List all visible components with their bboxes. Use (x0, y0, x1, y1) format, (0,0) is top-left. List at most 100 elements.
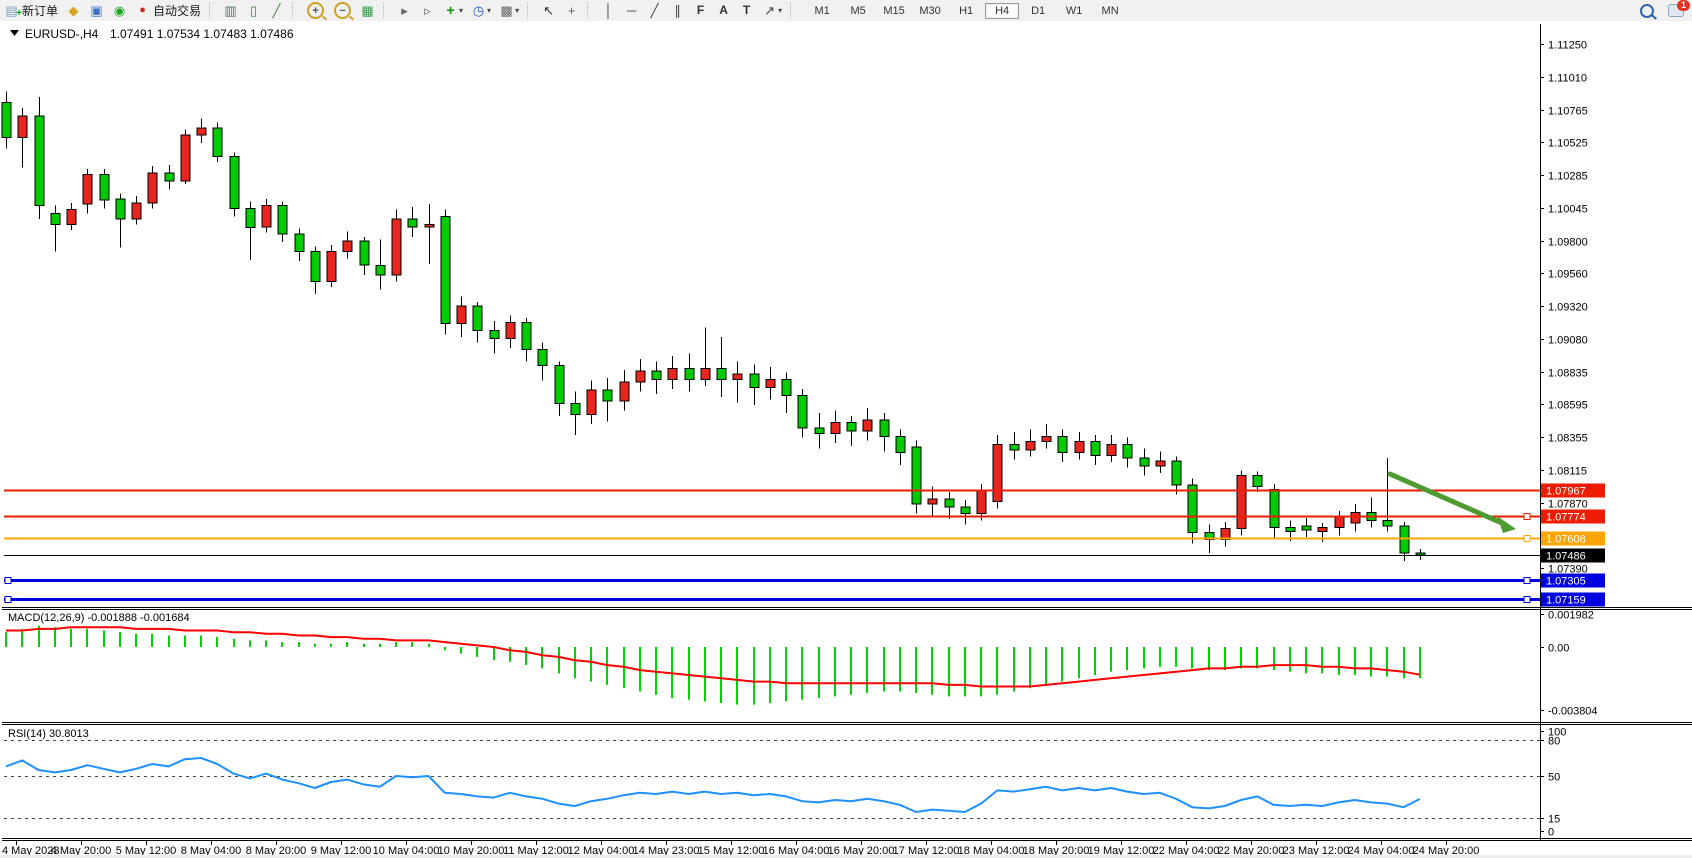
bullish-candle[interactable] (863, 420, 872, 431)
timeframe-button-d1[interactable]: D1 (1021, 3, 1055, 19)
bullish-candle[interactable] (1318, 527, 1327, 531)
templates-button[interactable]: ▩▾ (495, 1, 523, 20)
auto-scroll-button[interactable]: ▸ (393, 1, 416, 20)
bearish-candle[interactable] (847, 423, 856, 431)
bearish-candle[interactable] (490, 330, 499, 338)
bearish-candle[interactable] (51, 214, 60, 225)
bearish-candle[interactable] (1253, 476, 1262, 487)
text-label-button[interactable]: T (735, 1, 758, 20)
bearish-candle[interactable] (295, 234, 304, 252)
chart-shift-button[interactable]: ▹ (416, 1, 439, 20)
search-icon[interactable] (1640, 4, 1654, 18)
tile-windows-button[interactable]: ▦ (356, 1, 379, 20)
bearish-candle[interactable] (538, 349, 547, 365)
timeframe-button-m30[interactable]: M30 (913, 3, 947, 19)
bearish-candle[interactable] (652, 371, 661, 379)
bearish-candle[interactable] (750, 374, 759, 388)
bearish-candle[interactable] (278, 206, 287, 235)
bullish-candle[interactable] (733, 374, 742, 379)
bullish-candle[interactable] (343, 241, 352, 252)
line-anchor-handle[interactable] (1524, 536, 1530, 542)
timeframe-button-m1[interactable]: M1 (805, 3, 839, 19)
timeframe-button-w1[interactable]: W1 (1057, 3, 1091, 19)
horizontal-line-button[interactable]: ─ (620, 1, 643, 20)
timeframe-button-mn[interactable]: MN (1093, 3, 1127, 19)
bearish-candle[interactable] (1286, 527, 1295, 531)
bearish-candle[interactable] (798, 396, 807, 429)
line-anchor-handle[interactable] (1524, 578, 1530, 584)
bearish-candle[interactable] (441, 216, 450, 323)
bullish-candle[interactable] (636, 371, 645, 382)
bearish-candle[interactable] (165, 173, 174, 181)
bearish-candle[interactable] (213, 128, 222, 157)
bearish-candle[interactable] (685, 368, 694, 379)
bearish-candle[interactable] (1416, 553, 1425, 555)
bullish-candle[interactable] (425, 225, 434, 228)
notifications-button[interactable]: 1 (1668, 4, 1684, 17)
bullish-candle[interactable] (620, 382, 629, 401)
bullish-candle[interactable] (18, 116, 27, 138)
bullish-candle[interactable] (766, 379, 775, 387)
bullish-candle[interactable] (1075, 442, 1084, 453)
arrows-button[interactable]: ↗▾ (758, 1, 786, 20)
bearish-candle[interactable] (1270, 489, 1279, 527)
bearish-candle[interactable] (896, 436, 905, 452)
bullish-candle[interactable] (457, 306, 466, 324)
bullish-candle[interactable] (993, 445, 1002, 502)
bullish-candle[interactable] (977, 491, 986, 514)
bullish-candle[interactable] (197, 128, 206, 135)
line-anchor-handle[interactable] (5, 597, 11, 603)
bearish-candle[interactable] (408, 219, 417, 227)
timeframe-button-m15[interactable]: M15 (877, 3, 911, 19)
timeframe-button-h1[interactable]: H1 (949, 3, 983, 19)
trendline-button[interactable]: ╱ (643, 1, 666, 20)
bearish-candle[interactable] (1058, 436, 1067, 452)
line-anchor-handle[interactable] (1524, 514, 1530, 520)
line-anchor-handle[interactable] (5, 578, 11, 584)
bullish-candle[interactable] (1107, 445, 1116, 456)
bearish-candle[interactable] (311, 252, 320, 282)
bearish-candle[interactable] (1091, 442, 1100, 456)
profiles-button[interactable]: ◆ (62, 1, 85, 20)
bullish-candle[interactable] (392, 219, 401, 275)
bullish-candle[interactable] (668, 368, 677, 379)
metaeditor-button[interactable]: ▣ (85, 1, 108, 20)
bearish-candle[interactable] (912, 447, 921, 504)
bearish-candle[interactable] (473, 306, 482, 330)
signals-button[interactable]: ◉ (108, 1, 131, 20)
indicators-button[interactable]: +▾ (439, 1, 467, 20)
timeframe-button-m5[interactable]: M5 (841, 3, 875, 19)
bullish-candle[interactable] (1026, 442, 1035, 450)
bar-chart-button[interactable]: ▥ (219, 1, 242, 20)
bearish-candle[interactable] (555, 366, 564, 404)
bullish-candle[interactable] (506, 322, 515, 338)
text-button[interactable]: A (712, 1, 735, 20)
bearish-candle[interactable] (603, 390, 612, 401)
timeframe-button-h4[interactable]: H4 (985, 3, 1019, 19)
line-anchor-handle[interactable] (1524, 597, 1530, 603)
bullish-candle[interactable] (1237, 476, 1246, 529)
bullish-candle[interactable] (587, 390, 596, 414)
cursor-button[interactable]: ↖ (537, 1, 560, 20)
bearish-candle[interactable] (1010, 445, 1019, 450)
bearish-candle[interactable] (2, 102, 11, 137)
bearish-candle[interactable] (961, 507, 970, 514)
crosshair-button[interactable]: + (560, 1, 583, 20)
bullish-candle[interactable] (148, 173, 157, 203)
bearish-candle[interactable] (1172, 461, 1181, 485)
equidistant-channel-button[interactable]: ∥ (666, 1, 689, 20)
bearish-candle[interactable] (1302, 526, 1311, 530)
bullish-candle[interactable] (928, 499, 937, 504)
bearish-candle[interactable] (782, 379, 791, 395)
bearish-candle[interactable] (100, 174, 109, 200)
chart-canvas[interactable]: 1.079671.077741.076081.074861.073051.071… (0, 21, 1692, 858)
bullish-candle[interactable] (132, 203, 141, 219)
bearish-candle[interactable] (376, 265, 385, 275)
bullish-candle[interactable] (262, 206, 271, 228)
bearish-candle[interactable] (522, 322, 531, 349)
zoom-out-button[interactable]: − (329, 1, 356, 20)
bullish-candle[interactable] (327, 252, 336, 282)
bullish-candle[interactable] (67, 210, 76, 225)
bearish-candle[interactable] (116, 199, 125, 219)
bearish-candle[interactable] (230, 157, 239, 209)
